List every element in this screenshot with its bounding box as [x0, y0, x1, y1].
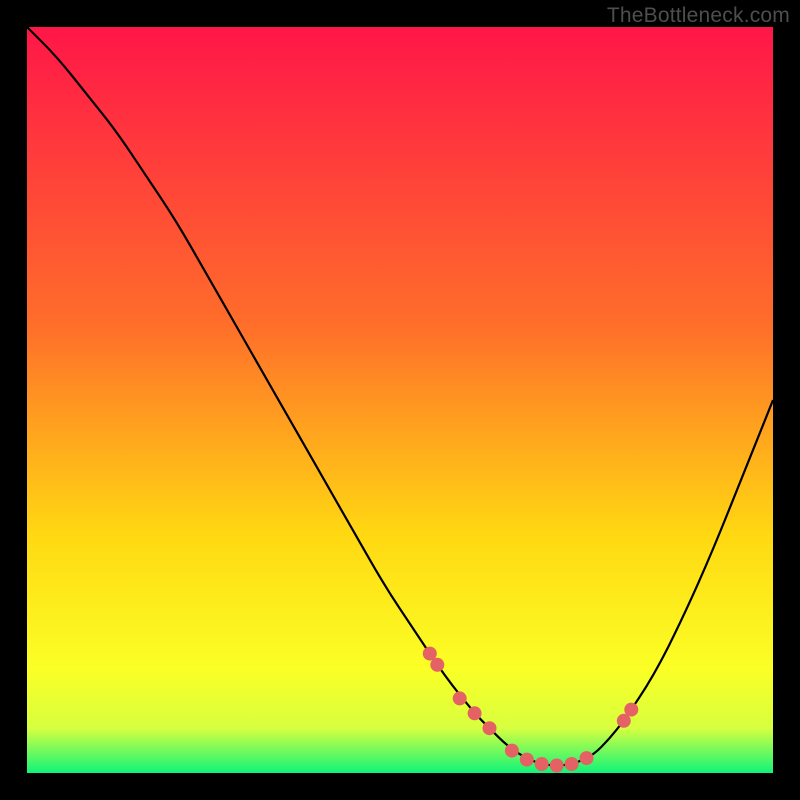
data-marker	[565, 757, 579, 771]
data-marker	[483, 721, 497, 735]
chart-svg	[27, 27, 773, 773]
data-marker	[520, 753, 534, 767]
chart-frame	[27, 27, 773, 773]
data-marker	[624, 703, 638, 717]
data-marker	[535, 757, 549, 771]
data-marker	[505, 744, 519, 758]
data-marker	[468, 706, 482, 720]
data-marker	[550, 759, 564, 773]
data-marker	[580, 751, 594, 765]
watermark-text: TheBottleneck.com	[607, 4, 790, 28]
data-marker	[453, 691, 467, 705]
data-marker	[430, 658, 444, 672]
